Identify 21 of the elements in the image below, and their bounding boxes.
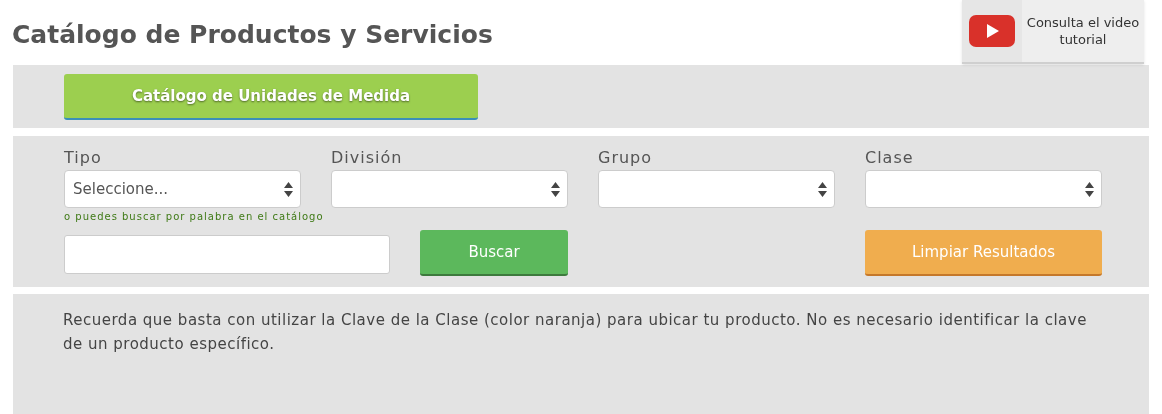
- field-label: Grupo: [598, 147, 654, 169]
- sort-arrows-icon: [551, 181, 560, 197]
- play-icon: [969, 15, 1015, 47]
- select-field[interactable]: [598, 170, 835, 208]
- select-field[interactable]: Seleccione...: [64, 170, 301, 208]
- sort-arrows-icon: [1085, 181, 1094, 197]
- select-field[interactable]: [865, 170, 1102, 208]
- search-button[interactable]: Buscar: [420, 230, 568, 276]
- sort-arrows-icon: [284, 181, 293, 197]
- units-catalog-button[interactable]: Catálogo de Unidades de Medida: [64, 74, 478, 120]
- sort-arrows-icon: [818, 181, 827, 197]
- video-tutorial-button[interactable]: Consulta el video tutorial: [962, 0, 1144, 64]
- page-title: Catálogo de Productos y Servicios: [12, 19, 493, 51]
- field-label: División: [331, 147, 404, 169]
- hint-text: o puedes buscar por palabra en el catálogo: [64, 210, 325, 224]
- field-label: Tipo: [64, 147, 103, 169]
- select-field[interactable]: [331, 170, 568, 208]
- clear-results-button[interactable]: Limpiar Resultados: [865, 230, 1102, 276]
- search-field[interactable]: [64, 235, 390, 274]
- note-text: Recuerda que basta con utilizar la Clave de la Clase (color naranja) para ubicar tu producto. No es necesario identificar la clave de un producto específico.: [63, 310, 1088, 355]
- field-label: Clase: [865, 147, 915, 169]
